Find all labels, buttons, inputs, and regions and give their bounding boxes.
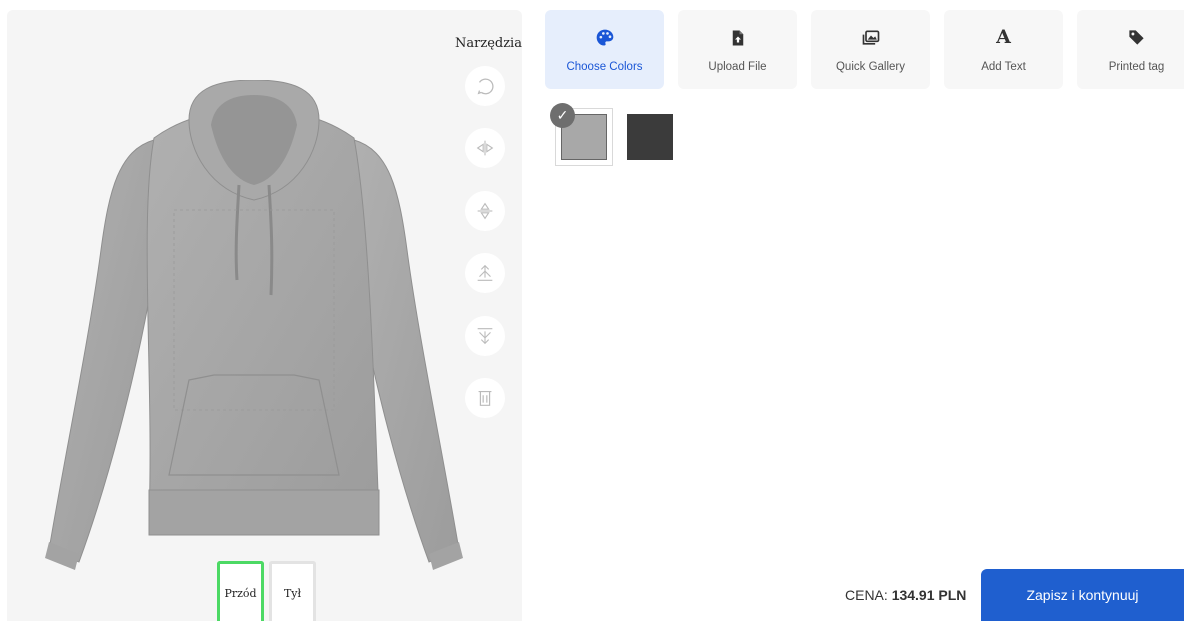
tools-title: Narzędzia <box>455 36 522 51</box>
side-tab-back[interactable]: Tył <box>269 561 316 621</box>
flip-vertical-button[interactable] <box>465 191 505 231</box>
color-swatch-list: ✓ <box>550 103 673 166</box>
text-icon: A <box>996 26 1011 48</box>
tab-label: Upload File <box>708 60 767 73</box>
tab-label: Quick Gallery <box>835 60 906 73</box>
tab-label: Printed tag <box>1108 60 1165 73</box>
bring-forward-icon <box>477 264 493 281</box>
design-canvas[interactable]: Narzędzia Przód Tył <box>7 10 522 621</box>
flip-vertical-icon <box>477 202 493 220</box>
tag-icon <box>1126 27 1148 49</box>
trash-icon <box>478 390 492 406</box>
send-backward-icon <box>477 328 493 345</box>
tab-quick-gallery[interactable]: Quick Gallery <box>811 10 930 89</box>
delete-button[interactable] <box>465 378 505 418</box>
gallery-icon <box>860 27 882 49</box>
bring-forward-button[interactable] <box>465 253 505 293</box>
rotate-button[interactable] <box>465 66 505 106</box>
price-label: CENA: <box>845 587 888 603</box>
tab-label: Add Text <box>981 60 1026 73</box>
checkmark-icon: ✓ <box>550 103 575 128</box>
flip-horizontal-button[interactable] <box>465 128 505 168</box>
color-swatch-dark-grey[interactable] <box>627 114 673 160</box>
rotate-icon <box>477 78 494 95</box>
side-tab-front[interactable]: Przód <box>217 561 264 621</box>
color-swatch-heather-grey[interactable]: ✓ <box>550 103 613 166</box>
upload-file-icon <box>727 27 749 49</box>
save-and-continue-button[interactable]: Zapisz i kontynuuj <box>981 569 1184 621</box>
tab-upload-file[interactable]: Upload File <box>678 10 797 89</box>
tab-label: Choose Colors <box>566 60 643 73</box>
palette-icon <box>594 27 616 49</box>
price-display: CENA: 134.91 PLN <box>845 587 966 603</box>
tab-choose-colors[interactable]: Choose Colors <box>545 10 664 89</box>
flip-horizontal-icon <box>476 140 494 156</box>
hoodie-product-image <box>39 79 469 570</box>
tab-printed-tag[interactable]: Printed tag <box>1077 10 1184 89</box>
tab-add-text[interactable]: A Add Text <box>944 10 1063 89</box>
price-value: 134.91 PLN <box>891 587 967 603</box>
product-side-tabs: Przód Tył <box>217 561 316 621</box>
send-backward-button[interactable] <box>465 316 505 356</box>
designer-tool-tabs: Choose Colors Upload File Quick Gallery … <box>545 10 1184 89</box>
